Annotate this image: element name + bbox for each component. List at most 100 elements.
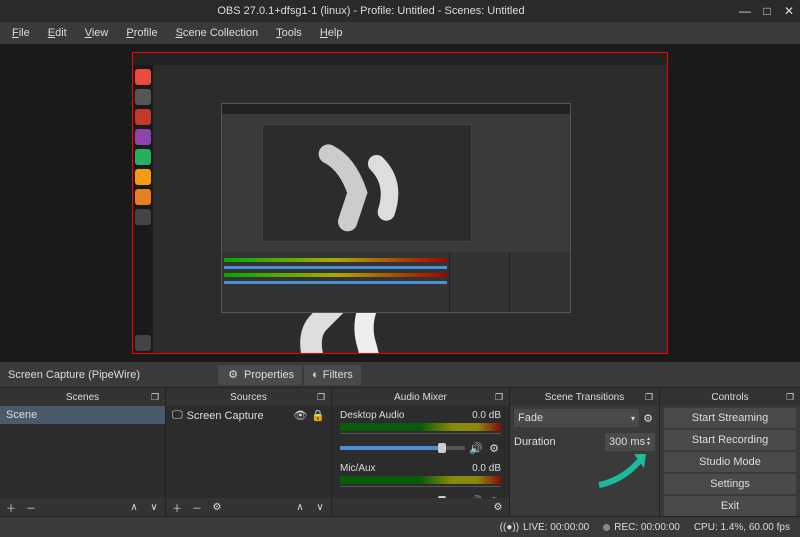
menu-scene-collection[interactable]: Scene Collection bbox=[168, 25, 267, 41]
duration-value: 300 ms bbox=[609, 436, 645, 448]
dock-icon bbox=[135, 149, 151, 165]
transitions-panel: Scene Transitions ❐ Fade ▾ ⚙ Duration 30… bbox=[510, 388, 660, 516]
source-item[interactable]: 🖵 Screen Capture 👁 🔒 bbox=[166, 406, 331, 425]
gear-icon: ⚙ bbox=[226, 368, 240, 382]
window-title: OBS 27.0.1+dfsg1-1 (linux) - Profile: Un… bbox=[4, 5, 738, 17]
audio-meter bbox=[340, 423, 501, 431]
scenes-list[interactable]: Scene bbox=[0, 406, 165, 498]
scene-item[interactable]: Scene bbox=[0, 406, 165, 424]
filters-button[interactable]: ◐ Filters bbox=[304, 365, 361, 385]
spinner-buttons[interactable]: ▲▼ bbox=[646, 437, 651, 447]
track-settings-button[interactable]: ⚙ bbox=[487, 441, 501, 455]
properties-button[interactable]: ⚙ Properties bbox=[218, 365, 302, 385]
audio-ticks bbox=[340, 486, 501, 492]
maximize-icon[interactable]: □ bbox=[760, 4, 774, 18]
statusbar: ((●)) LIVE: 00:00:00 REC: 00:00:00 CPU: … bbox=[0, 516, 800, 537]
scene-down-button[interactable]: ∨ bbox=[145, 500, 163, 514]
nested-panels bbox=[222, 252, 570, 312]
monitor-icon: 🖵 bbox=[172, 409, 183, 422]
live-label: LIVE: 00:00:00 bbox=[523, 522, 589, 533]
preview-sidebar bbox=[133, 65, 153, 354]
scenes-panel: Scenes ❐ Scene ＋ － ∧ ∨ bbox=[0, 388, 166, 516]
popout-icon[interactable]: ❐ bbox=[643, 391, 655, 403]
controls-header: Controls ❐ bbox=[660, 388, 800, 406]
track-settings-button[interactable]: ⚙ bbox=[487, 494, 501, 498]
broadcast-icon: ((●)) bbox=[500, 522, 519, 533]
properties-label: Properties bbox=[244, 369, 294, 381]
menubar: File Edit View Profile Scene Collection … bbox=[0, 22, 800, 44]
rec-label: REC: 00:00:00 bbox=[614, 522, 680, 533]
mixer-settings-button[interactable]: ⚙ bbox=[489, 500, 507, 514]
menu-help[interactable]: Help bbox=[312, 25, 351, 41]
duration-label: Duration bbox=[514, 436, 603, 448]
remove-scene-button[interactable]: － bbox=[22, 500, 40, 514]
mixer-track-mic: Mic/Aux 0.0 dB 🔊 ⚙ bbox=[332, 459, 509, 498]
preview-canvas[interactable] bbox=[132, 52, 668, 354]
menu-profile[interactable]: Profile bbox=[118, 25, 165, 41]
volume-slider[interactable] bbox=[340, 446, 465, 450]
mute-button[interactable]: 🔊 bbox=[469, 494, 483, 498]
cpu-label: CPU: 1.4%, 60.00 fps bbox=[694, 522, 790, 533]
menu-view[interactable]: View bbox=[77, 25, 117, 41]
duration-spinner[interactable]: 300 ms ▲▼ bbox=[605, 433, 655, 451]
transition-select[interactable]: Fade ▾ bbox=[514, 409, 639, 427]
record-dot-icon bbox=[603, 524, 610, 531]
mixer-body: Desktop Audio 0.0 dB 🔊 ⚙ Mic/Aux bbox=[332, 406, 509, 498]
menu-file[interactable]: File bbox=[4, 25, 38, 41]
audio-mixer-panel: Audio Mixer ❐ Desktop Audio 0.0 dB 🔊 ⚙ bbox=[332, 388, 510, 516]
transition-settings-button[interactable]: ⚙ bbox=[641, 411, 655, 425]
source-settings-button[interactable]: ⚙ bbox=[208, 500, 226, 514]
popout-icon[interactable]: ❐ bbox=[784, 391, 796, 403]
sources-panel: Sources ❐ 🖵 Screen Capture 👁 🔒 ＋ － ⚙ ∧ ∨ bbox=[166, 388, 332, 516]
mute-button[interactable]: 🔊 bbox=[469, 441, 483, 455]
menu-edit[interactable]: Edit bbox=[40, 25, 75, 41]
status-cpu: CPU: 1.4%, 60.00 fps bbox=[694, 522, 790, 533]
dock-icon bbox=[135, 89, 151, 105]
slider-thumb[interactable] bbox=[438, 496, 446, 498]
add-scene-button[interactable]: ＋ bbox=[2, 500, 20, 514]
mixer-footer: ⚙ bbox=[332, 498, 509, 516]
sources-footer: ＋ － ⚙ ∧ ∨ bbox=[166, 498, 331, 516]
sources-list[interactable]: 🖵 Screen Capture 👁 🔒 bbox=[166, 406, 331, 498]
menu-tools[interactable]: Tools bbox=[268, 25, 310, 41]
transitions-body: Fade ▾ ⚙ Duration 300 ms ▲▼ bbox=[510, 406, 659, 516]
minimize-icon[interactable]: — bbox=[738, 4, 752, 18]
start-streaming-button[interactable]: Start Streaming bbox=[664, 408, 796, 428]
transition-selected: Fade bbox=[518, 412, 543, 424]
close-icon[interactable]: ✕ bbox=[782, 4, 796, 18]
start-recording-button[interactable]: Start Recording bbox=[664, 430, 796, 450]
remove-source-button[interactable]: － bbox=[188, 500, 206, 514]
popout-icon[interactable]: ❐ bbox=[149, 391, 161, 403]
scene-up-button[interactable]: ∧ bbox=[125, 500, 143, 514]
nested-preview bbox=[262, 124, 472, 242]
popout-icon[interactable]: ❐ bbox=[493, 391, 505, 403]
dock-icon bbox=[135, 129, 151, 145]
sources-header: Sources ❐ bbox=[166, 388, 331, 406]
slider-thumb[interactable] bbox=[438, 443, 446, 453]
add-source-button[interactable]: ＋ bbox=[168, 500, 186, 514]
popout-icon[interactable]: ❐ bbox=[315, 391, 327, 403]
mixer-track-level: 0.0 dB bbox=[472, 410, 501, 421]
nested-titlebar bbox=[222, 104, 570, 114]
mixer-track-name: Mic/Aux bbox=[340, 463, 376, 474]
studio-mode-button[interactable]: Studio Mode bbox=[664, 452, 796, 472]
filters-label: Filters bbox=[323, 369, 353, 381]
source-up-button[interactable]: ∧ bbox=[291, 500, 309, 514]
transitions-header: Scene Transitions ❐ bbox=[510, 388, 659, 406]
exit-button[interactable]: Exit bbox=[664, 496, 796, 516]
lock-toggle[interactable]: 🔒 bbox=[311, 409, 325, 422]
dock-icon bbox=[135, 209, 151, 225]
panels-dock: Scenes ❐ Scene ＋ － ∧ ∨ Sources ❐ 🖵 Scree… bbox=[0, 388, 800, 516]
preview-topbar bbox=[133, 53, 667, 65]
titlebar: OBS 27.0.1+dfsg1-1 (linux) - Profile: Un… bbox=[0, 0, 800, 22]
source-down-button[interactable]: ∨ bbox=[311, 500, 329, 514]
scenes-header: Scenes ❐ bbox=[0, 388, 165, 406]
dock-icon bbox=[135, 69, 151, 85]
filter-icon: ◐ bbox=[312, 369, 319, 381]
source-toolbar: Screen Capture (PipeWire) ⚙ Properties ◐… bbox=[0, 362, 800, 388]
settings-button[interactable]: Settings bbox=[664, 474, 796, 494]
audio-ticks bbox=[340, 433, 501, 439]
preview-area bbox=[0, 44, 800, 362]
controls-panel: Controls ❐ Start Streaming Start Recordi… bbox=[660, 388, 800, 516]
visibility-toggle[interactable]: 👁 bbox=[293, 409, 307, 422]
